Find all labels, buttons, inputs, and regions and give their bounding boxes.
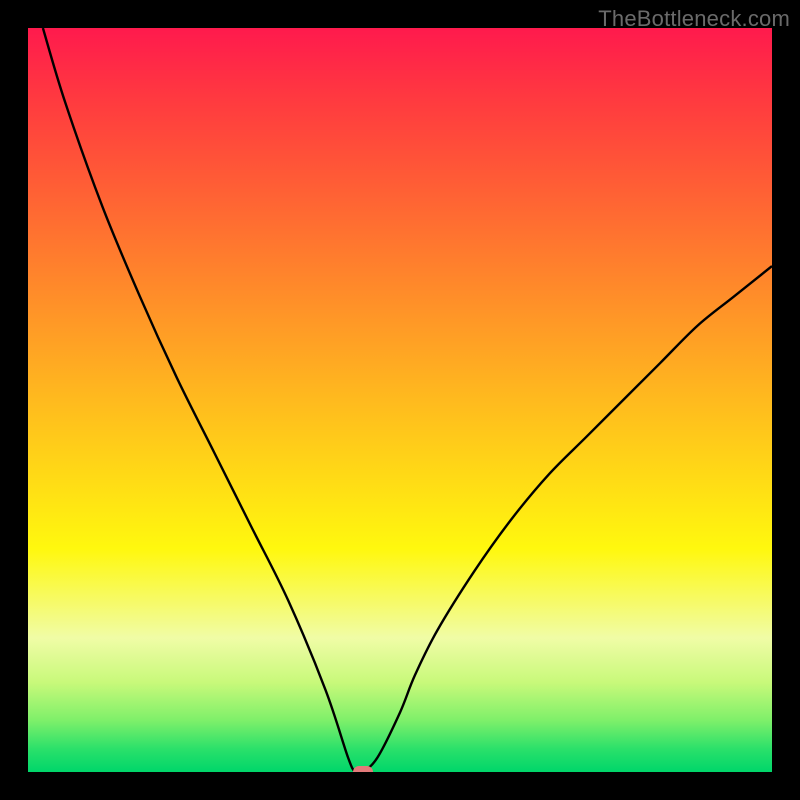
chart-frame: TheBottleneck.com	[0, 0, 800, 800]
bottleneck-curve	[28, 28, 772, 772]
watermark-text: TheBottleneck.com	[598, 6, 790, 32]
optimal-marker	[353, 766, 373, 772]
plot-area	[28, 28, 772, 772]
